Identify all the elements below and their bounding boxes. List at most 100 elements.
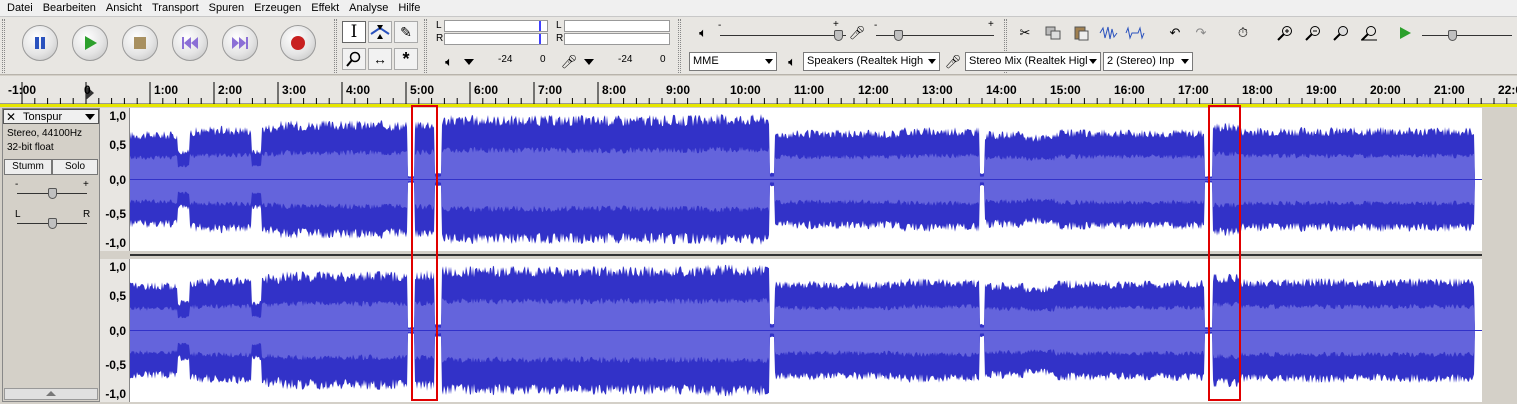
redo-button[interactable]: ↷ <box>1190 22 1212 44</box>
silence-button[interactable] <box>1124 22 1146 44</box>
undo-button[interactable]: ↶ <box>1164 22 1186 44</box>
ruler-label: 5:00 <box>410 83 435 97</box>
toolbar-grip[interactable] <box>2 19 5 73</box>
timeline-ruler[interactable]: -1:00 0 1:00 2:00 3:00 4:00 5:00 6:00 7:00 8:00 9:… <box>0 76 1517 104</box>
paste-button[interactable] <box>1070 22 1092 44</box>
chevron-down-icon[interactable] <box>464 59 474 65</box>
ruler-label: 1:00 <box>154 83 179 97</box>
output-volume-track[interactable] <box>720 35 846 36</box>
speaker-device-icon-wrap: 🔈︎ <box>781 51 803 73</box>
cut-button[interactable]: ✂ <box>1014 22 1036 44</box>
record-meter-left[interactable] <box>564 20 670 32</box>
close-icon[interactable]: ✕ <box>6 110 16 124</box>
play-speed-track[interactable] <box>1422 35 1512 36</box>
gain-plus: + <box>83 179 89 190</box>
pan-slider-thumb[interactable] <box>48 218 57 229</box>
output-volume-thumb[interactable] <box>834 30 843 41</box>
menu-datei[interactable]: Datei <box>2 0 38 16</box>
play-button[interactable] <box>72 25 108 61</box>
chevron-down-icon <box>1089 59 1097 64</box>
envelope-icon <box>370 25 390 39</box>
menu-effekt[interactable]: Effekt <box>306 0 344 16</box>
zoom-out-button[interactable] <box>1302 22 1324 44</box>
toolbar-grip[interactable] <box>678 19 681 73</box>
draw-tool[interactable]: ✎ <box>394 21 418 43</box>
vscale-label: -0,5 <box>105 207 126 221</box>
record-meter-right[interactable] <box>564 33 670 45</box>
vertical-ruler-left[interactable]: 1,0 0,5 0,0 -0,5 -1,0 <box>100 108 130 251</box>
gain-slider-thumb[interactable] <box>48 188 57 199</box>
output-volume-button[interactable]: 🔈︎ <box>692 22 714 44</box>
stop-button[interactable] <box>122 25 158 61</box>
redo-icon: ↷ <box>1195 25 1207 40</box>
ruler-label: 8:00 <box>602 83 627 97</box>
menu-hilfe[interactable]: Hilfe <box>393 0 425 16</box>
fit-project-icon <box>1361 26 1377 41</box>
menu-spuren[interactable]: Spuren <box>204 0 249 16</box>
play-speed-thumb[interactable] <box>1448 30 1457 41</box>
ruler-label: 3:00 <box>282 83 307 97</box>
playback-device-select[interactable]: Speakers (Realtek High <box>803 52 940 71</box>
collapse-track-button[interactable] <box>4 388 98 400</box>
fit-selection-button[interactable] <box>1330 22 1352 44</box>
waveform-display[interactable] <box>130 108 1482 402</box>
selection-tool[interactable]: I <box>342 21 366 43</box>
solo-button[interactable]: Solo <box>52 159 98 175</box>
menu-transport[interactable]: Transport <box>147 0 204 16</box>
zoom-in-button[interactable] <box>1274 22 1296 44</box>
play-at-speed-button[interactable] <box>1394 22 1416 44</box>
pause-button[interactable] <box>22 25 58 61</box>
skip-start-button[interactable] <box>172 25 208 61</box>
trim-icon <box>1099 26 1118 40</box>
skip-end-button[interactable] <box>222 25 258 61</box>
mic-meter-button[interactable]: 🎤︎ <box>558 51 580 73</box>
chevron-down-icon <box>85 114 95 120</box>
undo-icon: ↶ <box>1169 25 1181 40</box>
timer-record-button[interactable]: ⏱︎ <box>1232 22 1254 44</box>
menu-ansicht[interactable]: Ansicht <box>101 0 147 16</box>
multi-tool[interactable]: * <box>394 48 418 70</box>
playback-meter-right[interactable] <box>444 33 548 45</box>
copy-button[interactable] <box>1042 22 1064 44</box>
gain-minus: - <box>15 179 19 190</box>
zoom-in-icon <box>1277 26 1292 41</box>
skip-start-icon <box>182 37 198 49</box>
menu-bearbeiten[interactable]: Bearbeiten <box>38 0 101 16</box>
chevron-down-icon[interactable] <box>584 59 594 65</box>
zoom-tool[interactable] <box>342 48 366 70</box>
chevron-down-icon <box>765 59 773 64</box>
fit-project-button[interactable] <box>1358 22 1380 44</box>
menu-analyse[interactable]: Analyse <box>344 0 393 16</box>
ruler-label: 11:00 <box>794 83 825 97</box>
recording-device-select[interactable]: Stereo Mix (Realtek Higl <box>965 52 1101 71</box>
vertical-ruler-right[interactable]: 1,0 0,5 0,0 -0,5 -1,0 <box>100 259 130 402</box>
timeline-quick-play-bar[interactable] <box>0 104 1517 107</box>
envelope-tool[interactable] <box>368 21 392 43</box>
recording-channels-select[interactable]: 2 (Stereo) Inp <box>1103 52 1193 71</box>
silence-icon <box>1125 26 1145 40</box>
menu-erzeugen[interactable]: Erzeugen <box>249 0 306 16</box>
speaker-meter-button[interactable]: 🔈︎ <box>438 51 460 73</box>
vscale-label: 0,5 <box>109 138 126 152</box>
mic-icon: 🎤︎ <box>560 54 578 69</box>
track-menu-button[interactable]: ✕ Tonspur <box>3 109 99 124</box>
meter-db-label: -24 <box>618 54 633 65</box>
audio-host-select[interactable]: MME <box>689 52 777 71</box>
timer-icon: ⏱︎ <box>1237 25 1249 40</box>
meter-db-label: 0 <box>540 54 546 65</box>
trim-button[interactable] <box>1098 22 1120 44</box>
playback-meter-left[interactable] <box>444 20 548 32</box>
mute-button[interactable]: Stumm <box>4 159 52 175</box>
slider-minus: - <box>874 20 878 31</box>
record-button[interactable] <box>280 25 316 61</box>
toolbar-grip[interactable] <box>424 19 427 73</box>
track-rate: Stereo, 44100Hz <box>7 128 83 139</box>
timeshift-tool[interactable]: ↔ <box>368 48 392 70</box>
toolbar-grip[interactable] <box>334 19 337 73</box>
input-volume-thumb[interactable] <box>894 30 903 41</box>
highlight-marker <box>411 105 438 401</box>
slider-plus: + <box>833 19 839 30</box>
menu-bar: Datei Bearbeiten Ansicht Transport Spure… <box>0 0 1517 17</box>
pencil-icon: ✎ <box>400 24 412 40</box>
input-volume-button[interactable]: 🎤︎ <box>846 22 868 44</box>
